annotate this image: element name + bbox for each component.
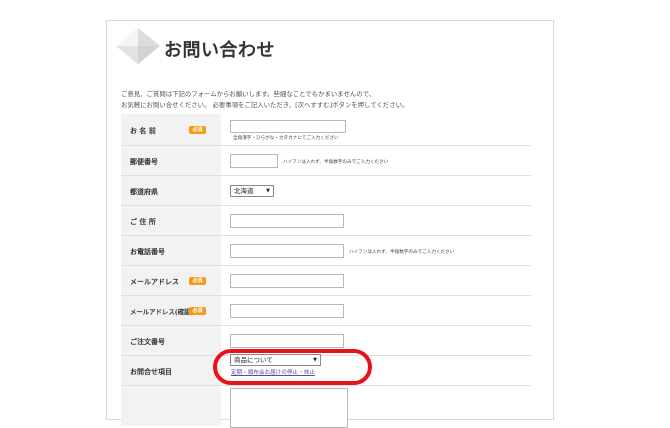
required-badge: 必須 bbox=[189, 277, 206, 285]
page-title: お問い合わせ bbox=[164, 40, 275, 61]
postal-input[interactable] bbox=[230, 154, 278, 168]
email-confirm-label: メールアドレス(確認) bbox=[130, 308, 194, 316]
phone-input[interactable] bbox=[230, 244, 344, 258]
highlight-annotation bbox=[213, 349, 372, 385]
envelope-icon bbox=[116, 28, 160, 64]
name-note: 全角漢字・ひらがな・カタカナにてご入力ください bbox=[233, 136, 339, 141]
prefecture-select[interactable]: 北海道 ▼ bbox=[230, 185, 274, 197]
required-badge: 必須 bbox=[189, 126, 206, 134]
order-number-input[interactable] bbox=[230, 334, 344, 348]
prefecture-label: 都道府県 bbox=[130, 188, 158, 196]
address-label: ご 住 所 bbox=[130, 218, 156, 226]
order-number-label: ご注文番号 bbox=[130, 338, 165, 346]
required-badge: 必須 bbox=[189, 307, 206, 315]
form-row-postal: 郵便番号 ハイフンは入れず、半角数字のみでご入力ください bbox=[121, 146, 531, 176]
phone-note: ハイフンは入れず、半角数字のみでご入力ください bbox=[349, 250, 455, 255]
form-row-name: お 名 前 必須 全角漢字・ひらがな・カタカナにてご入力ください bbox=[121, 114, 531, 146]
form-row-address: ご 住 所 bbox=[121, 206, 531, 236]
address-input[interactable] bbox=[230, 214, 344, 228]
form-row-email: メールアドレス 必須 bbox=[121, 266, 531, 296]
email-confirm-input[interactable] bbox=[230, 304, 344, 318]
inquiry-label: お問合せ項目 bbox=[130, 368, 172, 376]
form-row-prefecture: 都道府県 北海道 ▼ bbox=[121, 176, 531, 206]
phone-label: お電話番号 bbox=[130, 248, 165, 256]
dropdown-arrow-icon: ▼ bbox=[266, 188, 270, 194]
postal-label: 郵便番号 bbox=[130, 158, 158, 166]
form-row-message bbox=[121, 386, 531, 428]
form-row-phone: お電話番号 ハイフンは入れず、半角数字のみでご入力ください bbox=[121, 236, 531, 266]
form-row-email-confirm: メールアドレス(確認) 必須 bbox=[121, 296, 531, 326]
name-label: お 名 前 bbox=[130, 127, 156, 135]
postal-note: ハイフンは入れず、半角数字のみでご入力ください bbox=[283, 160, 389, 165]
email-label: メールアドレス bbox=[130, 278, 179, 286]
message-textarea[interactable] bbox=[230, 388, 348, 428]
name-input[interactable] bbox=[230, 120, 346, 133]
email-input[interactable] bbox=[230, 274, 344, 288]
intro-text: ご意見、ご質問は下記のフォームからお願いします。些細なことでもかまいませんので、… bbox=[121, 90, 409, 109]
